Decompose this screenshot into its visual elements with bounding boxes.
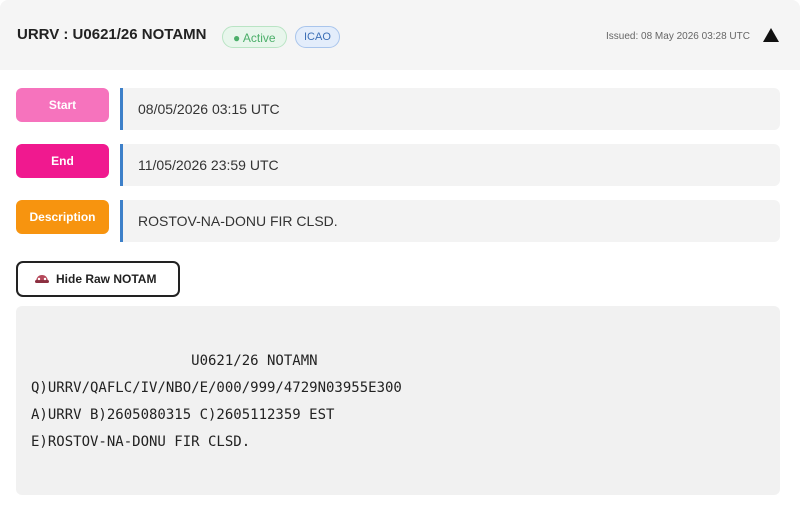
description-value: ROSTOV-NA-DONU FIR CLSD. [120,200,780,242]
raw-notam-line: Q)URRV/QAFLC/IV/NBO/E/000/999/4729N03955… [31,380,402,396]
description-label: Description [16,200,109,234]
raw-notam-text: U0621/26 NOTAMN Q)URRV/QAFLC/IV/NBO/E/00… [16,306,780,495]
source-badge: ICAO [295,26,340,48]
issued-timestamp: Issued: 08 May 2026 03:28 UTC [606,31,750,42]
notam-card: URRV : U0621/26 NOTAMN ● Active ICAO Iss… [0,0,800,512]
start-label: Start [16,88,109,122]
hide-raw-notam-label: Hide Raw NOTAM [56,272,157,286]
collapse-button[interactable] [760,24,782,46]
raw-notam-line: A)URRV B)2605080315 C)2605112359 EST [31,407,335,423]
status-badge: ● Active [222,26,287,48]
notam-header: URRV : U0621/26 NOTAMN ● Active ICAO Iss… [0,0,800,70]
start-value: 08/05/2026 03:15 UTC [120,88,780,130]
raw-notam-line: U0621/26 NOTAMN [31,353,318,369]
hide-icon [34,272,50,286]
triangle-up-icon [763,28,779,42]
end-label: End [16,144,109,178]
end-value: 11/05/2026 23:59 UTC [120,144,780,186]
notam-title: URRV : U0621/26 NOTAMN [17,26,207,43]
raw-notam-line: E)ROSTOV-NA-DONU FIR CLSD. [31,434,251,450]
hide-raw-notam-button[interactable]: Hide Raw NOTAM [16,261,180,297]
